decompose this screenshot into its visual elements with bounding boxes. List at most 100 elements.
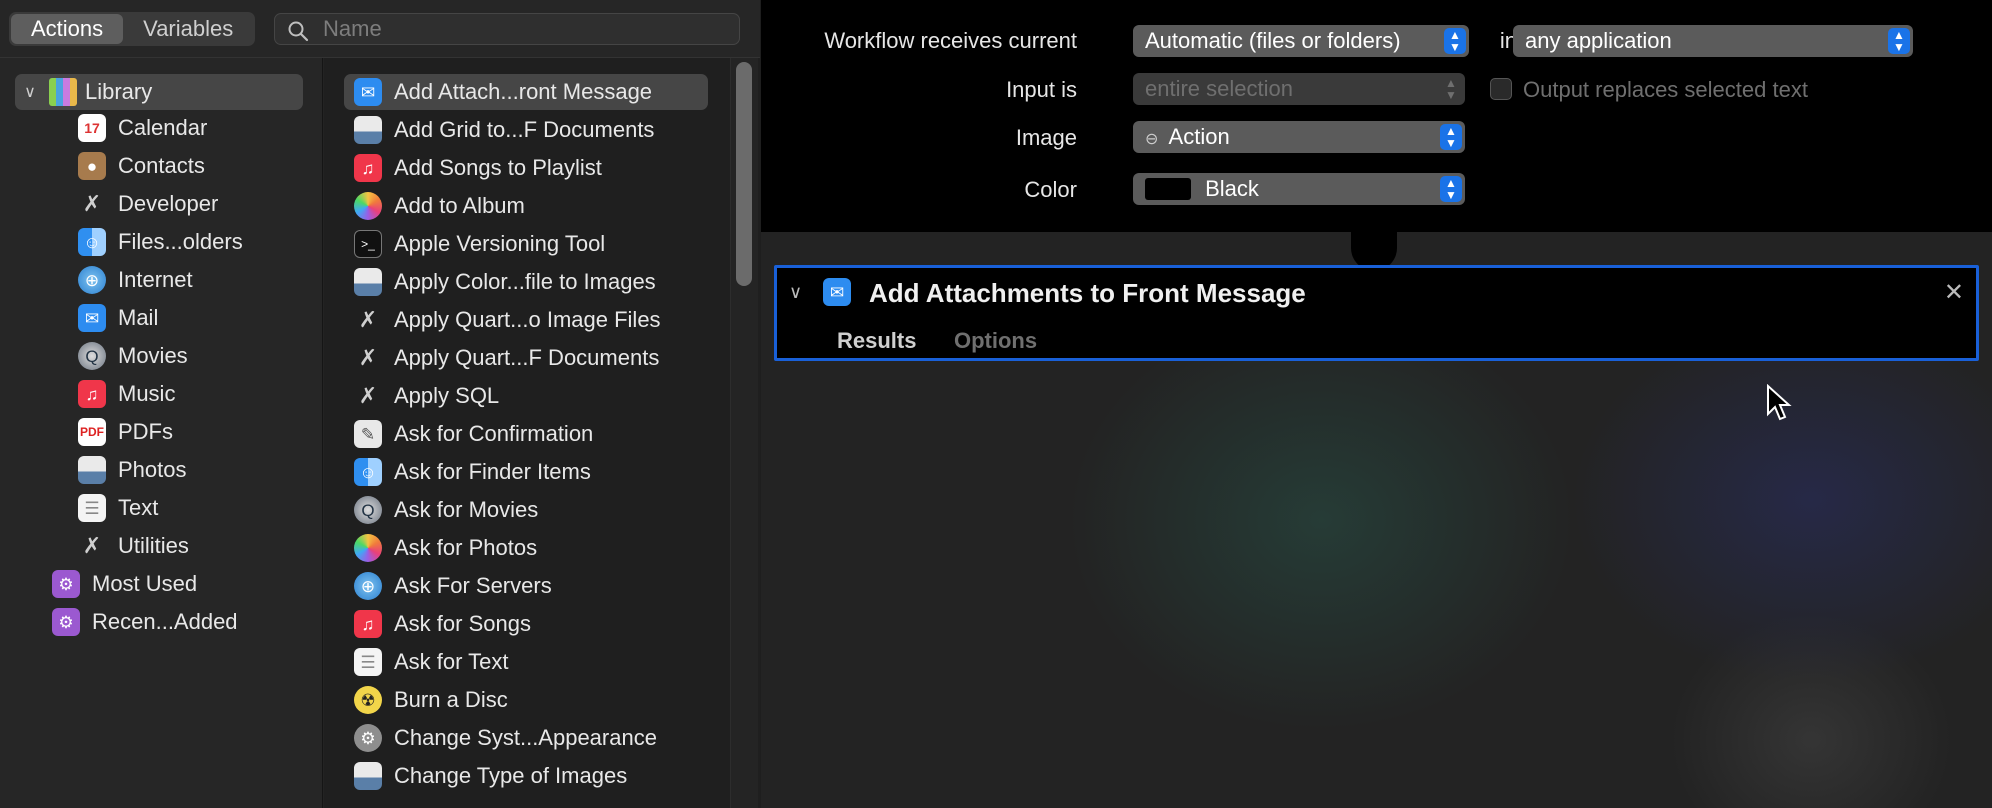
- color-popup[interactable]: Black ▲ ▼: [1133, 173, 1465, 205]
- tab-results[interactable]: Results: [837, 328, 916, 354]
- category-list: ∨ Library 17 Calendar ● Contacts ✗ Devel…: [0, 58, 323, 808]
- search-field[interactable]: [274, 13, 740, 45]
- mail-icon: ✉: [78, 304, 106, 332]
- calendar-icon: 17: [78, 114, 106, 142]
- smart-group-recently-added[interactable]: ⚙ Recen...Added: [52, 604, 238, 640]
- category-utilities[interactable]: ✗ Utilities: [78, 528, 189, 564]
- category-calendar[interactable]: 17 Calendar: [78, 110, 207, 146]
- action-label: Ask for Text: [394, 649, 509, 674]
- tab-variables[interactable]: Variables: [123, 14, 253, 44]
- smart-group-label: Recen...Added: [92, 609, 238, 634]
- smart-group-most-used[interactable]: ⚙ Most Used: [52, 566, 197, 602]
- action-item[interactable]: ✎ Ask for Confirmation: [354, 416, 593, 452]
- terminal-icon: >_: [354, 230, 382, 258]
- action-label: Add to Album: [394, 193, 525, 218]
- close-icon[interactable]: ✕: [1944, 278, 1964, 307]
- tab-actions[interactable]: Actions: [11, 14, 124, 44]
- image-popup[interactable]: ⊖ Action ▲ ▼: [1133, 121, 1465, 153]
- action-item[interactable]: >_ Apple Versioning Tool: [354, 226, 605, 262]
- workflow-settings-header: Workflow receives current Automatic (fil…: [761, 0, 1992, 232]
- music-icon: ♫: [78, 380, 106, 408]
- category-text[interactable]: ☰ Text: [78, 490, 158, 526]
- action-label: Ask for Photos: [394, 535, 538, 560]
- chevron-updown-icon: ▲ ▼: [1445, 76, 1457, 102]
- action-list-scrollbar[interactable]: [736, 62, 752, 286]
- category-music[interactable]: ♫ Music: [78, 376, 175, 412]
- action-item[interactable]: ♫ Ask for Songs: [354, 606, 531, 642]
- category-label: Internet: [118, 267, 193, 292]
- action-item[interactable]: ⊕ Ask For Servers: [354, 568, 552, 604]
- action-label: Ask for Confirmation: [394, 421, 594, 446]
- input-popup[interactable]: entire selection ▲ ▼: [1133, 73, 1465, 105]
- smart-group-label: Most Used: [92, 571, 198, 596]
- action-label: Add Songs to Playlist: [394, 155, 602, 180]
- action-item[interactable]: ☰ Ask for Text: [354, 644, 509, 680]
- action-item[interactable]: Add Grid to...F Documents: [354, 112, 654, 148]
- category-mail[interactable]: ✉ Mail: [78, 300, 158, 336]
- action-item[interactable]: Ask for Photos: [354, 530, 537, 566]
- search-input[interactable]: [323, 16, 723, 42]
- quicktime-icon: Q: [78, 342, 106, 370]
- action-item[interactable]: ☢ Burn a Disc: [354, 682, 508, 718]
- pdf-icon: PDF: [78, 418, 106, 446]
- category-label: Utilities: [118, 533, 189, 558]
- category-contacts[interactable]: ● Contacts: [78, 148, 205, 184]
- action-label: Ask for Songs: [394, 611, 531, 636]
- action-label: Ask for Finder Items: [394, 459, 591, 484]
- action-label: Apply SQL: [394, 383, 500, 408]
- photos-icon: [354, 534, 382, 562]
- action-title: Add Attachments to Front Message: [869, 278, 1306, 308]
- chevron-updown-icon: ▲ ▼: [1440, 124, 1462, 150]
- category-pdfs[interactable]: PDF PDFs: [78, 414, 173, 450]
- action-item[interactable]: ✗ Apply Quart...F Documents: [354, 340, 660, 376]
- action-item[interactable]: ⚙ Change Syst...Appearance: [354, 720, 657, 756]
- category-label: Movies: [118, 343, 188, 368]
- image-value: Action: [1168, 124, 1230, 149]
- action-item[interactable]: ✗ Apply Quart...o Image Files: [354, 302, 661, 338]
- output-replaces-checkbox[interactable]: [1490, 78, 1512, 100]
- action-item[interactable]: ✗ Apply SQL: [354, 378, 499, 414]
- category-files-folders[interactable]: ☺ Files...olders: [78, 224, 243, 260]
- library-icon: [49, 78, 77, 106]
- action-item[interactable]: Add to Album: [354, 188, 525, 224]
- image-label: Image: [1015, 125, 1077, 150]
- action-item[interactable]: Apply Color...file to Images: [354, 264, 656, 300]
- action-item[interactable]: ♫ Add Songs to Playlist: [354, 150, 602, 186]
- category-label: Calendar: [118, 115, 208, 140]
- gear-icon: ⊖: [1145, 131, 1159, 148]
- category-label: Files...olders: [118, 229, 243, 254]
- mouse-cursor-icon: [1767, 384, 1792, 421]
- globe-icon: ⊕: [354, 572, 382, 600]
- action-label: Apply Color...file to Images: [394, 269, 656, 294]
- category-internet[interactable]: ⊕ Internet: [78, 262, 193, 298]
- input-label: Input is: [1006, 77, 1077, 102]
- chevron-updown-icon: ▲ ▼: [1444, 28, 1466, 54]
- category-movies[interactable]: Q Movies: [78, 338, 188, 374]
- category-developer[interactable]: ✗ Developer: [78, 186, 219, 222]
- chevron-down-icon[interactable]: ∨: [789, 282, 802, 303]
- action-item[interactable]: ✉ Add Attach...ront Message: [344, 74, 708, 110]
- category-photos[interactable]: Photos: [78, 452, 187, 488]
- action-label: Ask for Movies: [394, 497, 539, 522]
- developer-tools-icon: ✗: [358, 307, 378, 332]
- action-label: Apple Versioning Tool: [394, 231, 606, 256]
- chevron-down-icon[interactable]: ∨: [19, 82, 41, 102]
- action-item[interactable]: Q Ask for Movies: [354, 492, 538, 528]
- tab-options[interactable]: Options: [954, 328, 1037, 354]
- music-icon: ♫: [354, 610, 382, 638]
- library-mode-control: Actions Variables: [9, 12, 256, 46]
- receives-popup[interactable]: Automatic (files or folders) ▲ ▼: [1133, 25, 1469, 57]
- action-list: ✉ Add Attach...ront Message Add Grid to.…: [324, 58, 760, 808]
- category-label: Photos: [118, 457, 187, 482]
- chevron-updown-icon: ▲ ▼: [1888, 28, 1910, 54]
- application-popup[interactable]: any application ▲ ▼: [1513, 25, 1913, 57]
- library-toolbar: Actions Variables: [0, 0, 760, 58]
- library-root[interactable]: ∨ Library: [15, 74, 303, 110]
- action-item[interactable]: ☺ Ask for Finder Items: [354, 454, 591, 490]
- action-card[interactable]: ∨ ✉ Add Attachments to Front Message Res…: [774, 265, 1979, 361]
- action-item[interactable]: Change Type of Images: [354, 758, 627, 794]
- library-panel: Actions Variables ∨ Library 17 Calendar …: [0, 0, 760, 808]
- finder-icon: ☺: [354, 458, 382, 486]
- text-document-icon: ☰: [354, 648, 382, 676]
- search-icon: [288, 21, 309, 42]
